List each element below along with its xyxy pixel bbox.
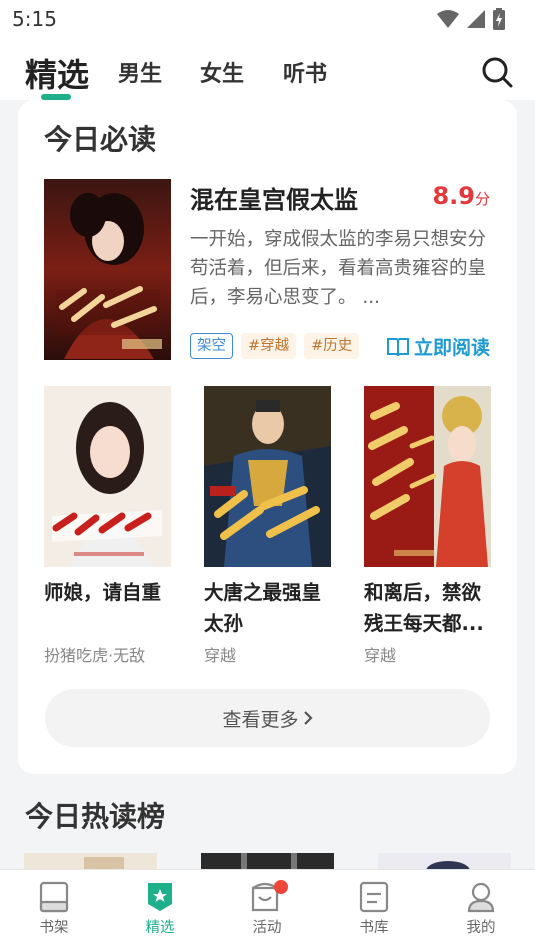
tag-topic[interactable]: #穿越 bbox=[241, 333, 297, 359]
status-bar: 5:15 bbox=[0, 0, 535, 38]
tab-featured[interactable]: 精选 bbox=[25, 50, 89, 96]
bottom-nav-activity[interactable]: 活动 bbox=[227, 880, 307, 937]
see-more-button[interactable]: 查看更多 bbox=[45, 689, 490, 747]
battery-icon bbox=[493, 8, 505, 30]
activity-icon bbox=[251, 880, 288, 912]
bookshelf-icon bbox=[39, 881, 69, 913]
book-meta: 穿越 bbox=[204, 646, 237, 665]
tag-topic[interactable]: #历史 bbox=[304, 333, 360, 359]
today-must-read-card: 今日必读 混在皇宫假太监 8.9分 一开始，穿成假太监的李易只想安分苟活着，但后… bbox=[18, 100, 517, 774]
section-title-today: 今日必读 bbox=[44, 123, 157, 156]
bottom-nav-label: 我的 bbox=[466, 920, 496, 936]
bottom-nav: 书架 精选 活动 书库 我的 bbox=[0, 869, 535, 951]
bottom-nav-label: 精选 bbox=[145, 920, 175, 936]
book-card[interactable]: 师娘，请自重 扮猪吃虎·无敌 bbox=[44, 386, 172, 665]
featured-book-description: 一开始，穿成假太监的李易只想安分苟活着，但后来，看着高贵雍容的皇后，李易心思变了… bbox=[190, 229, 487, 308]
book-card[interactable]: 大唐之最强皇太孙 穿越 bbox=[204, 386, 332, 665]
score-unit: 分 bbox=[474, 190, 490, 208]
bottom-nav-label: 活动 bbox=[252, 920, 282, 936]
read-now-button[interactable]: 立即阅读 bbox=[386, 333, 490, 360]
top-nav: 精选 男生 女生 听书 bbox=[0, 38, 535, 100]
bottom-nav-bookshelf[interactable]: 书架 bbox=[14, 880, 94, 937]
book-meta: 扮猪吃虎·无敌 bbox=[44, 646, 146, 665]
bottom-nav-featured[interactable]: 精选 bbox=[120, 880, 200, 937]
status-time: 5:15 bbox=[12, 7, 57, 31]
bottom-nav-library[interactable]: 书库 bbox=[334, 880, 414, 937]
chevron-right-icon bbox=[303, 711, 313, 725]
read-now-label: 立即阅读 bbox=[413, 337, 490, 359]
book-meta: 穿越 bbox=[364, 646, 397, 665]
book-cover[interactable] bbox=[44, 386, 171, 567]
book-title: 师娘，请自重 bbox=[44, 581, 162, 604]
book-title: 大唐之最强皇太孙 bbox=[204, 581, 322, 635]
read-book-icon bbox=[386, 337, 409, 356]
bottom-nav-profile[interactable]: 我的 bbox=[441, 880, 521, 937]
featured-book-cover[interactable] bbox=[44, 179, 171, 360]
wifi-icon bbox=[437, 10, 459, 28]
tag-category[interactable]: 架空 bbox=[190, 333, 233, 359]
featured-icon bbox=[148, 883, 172, 911]
profile-icon bbox=[467, 882, 495, 913]
tab-audiobook[interactable]: 听书 bbox=[283, 56, 327, 88]
bottom-nav-label: 书库 bbox=[359, 920, 389, 936]
featured-book-title[interactable]: 混在皇宫假太监 bbox=[190, 180, 358, 215]
featured-book-tags: 架空 #穿越 #历史 bbox=[190, 333, 360, 359]
book-cover[interactable] bbox=[364, 386, 491, 567]
bottom-nav-label: 书架 bbox=[39, 920, 69, 936]
signal-icon bbox=[467, 10, 485, 28]
book-cover[interactable] bbox=[204, 386, 331, 567]
library-icon bbox=[359, 881, 389, 913]
tab-female[interactable]: 女生 bbox=[200, 56, 244, 88]
see-more-label: 查看更多 bbox=[222, 708, 299, 731]
book-title: 和离后，禁欲残王每天都... bbox=[364, 581, 484, 635]
search-icon[interactable] bbox=[481, 56, 513, 88]
status-icons bbox=[437, 8, 505, 30]
book-card[interactable]: 和离后，禁欲残王每天都... 穿越 bbox=[364, 386, 492, 665]
tab-male[interactable]: 男生 bbox=[118, 56, 162, 88]
featured-book-score: 8.9分 bbox=[432, 182, 490, 210]
section-title-hot: 今日热读榜 bbox=[25, 800, 166, 833]
